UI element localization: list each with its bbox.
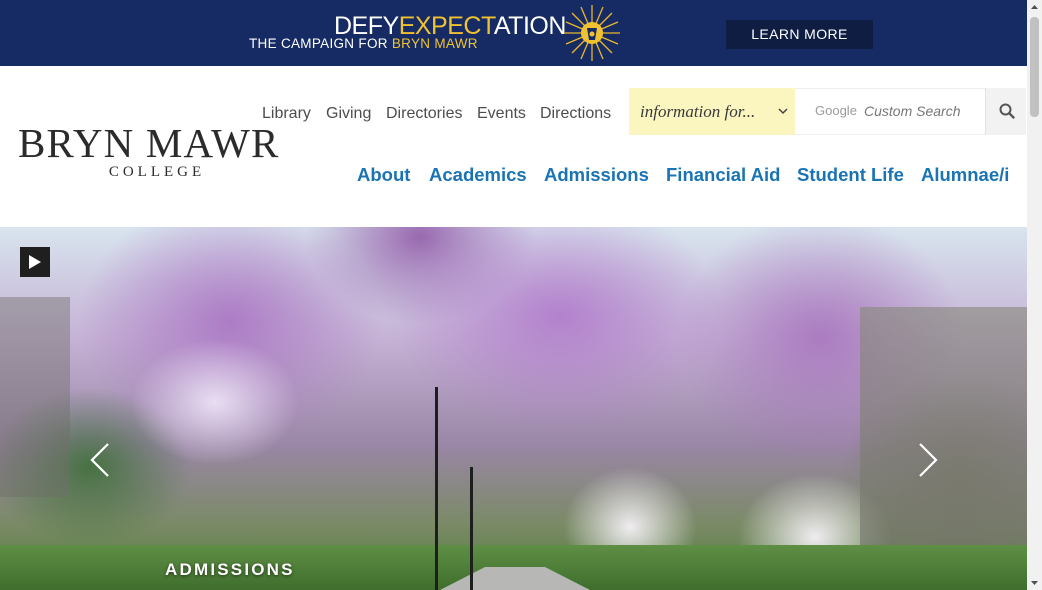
nav-financial-aid[interactable]: Financial Aid: [666, 163, 780, 187]
campaign-subtitle-prefix: THE CAMPAIGN FOR: [249, 36, 392, 51]
page-scrollbar[interactable]: [1027, 0, 1042, 590]
utility-link-events[interactable]: Events: [477, 104, 526, 124]
scroll-thumb[interactable]: [1030, 17, 1039, 117]
information-for-label: information for...: [640, 102, 756, 121]
hero-lamppost: [435, 387, 438, 590]
nav-academics[interactable]: Academics: [429, 163, 527, 187]
learn-more-button[interactable]: LEARN MORE: [726, 20, 873, 49]
chevron-left-icon[interactable]: [88, 442, 112, 478]
utility-link-library[interactable]: Library: [262, 104, 311, 124]
information-for-dropdown[interactable]: information for...: [629, 88, 795, 135]
campaign-title-ation: ATION: [493, 12, 567, 40]
logo-name: BRYN MAWR: [18, 120, 280, 166]
google-logo: Google: [815, 103, 857, 118]
search-input[interactable]: Google Custom Search: [795, 88, 985, 135]
search-icon: [999, 103, 1015, 119]
play-button[interactable]: [20, 247, 50, 277]
nav-alumnae[interactable]: Alumnae/i: [921, 163, 1009, 187]
campaign-banner: DEFYEXPECTATION THE CAMPAIGN FOR BRYN MA…: [0, 0, 1027, 66]
hero-lamppost: [470, 467, 473, 590]
lantern-burst-icon: [564, 5, 620, 61]
nav-student-life[interactable]: Student Life: [797, 163, 904, 187]
play-icon: [29, 255, 41, 269]
campaign-subtitle: THE CAMPAIGN FOR BRYN MAWR: [249, 36, 478, 52]
chevron-down-icon: [778, 108, 788, 115]
scroll-down-icon[interactable]: [1027, 575, 1042, 590]
search-placeholder: Custom Search: [864, 103, 961, 119]
nav-about[interactable]: About: [357, 163, 410, 187]
scroll-up-icon[interactable]: [1027, 0, 1042, 15]
hero-building-left: [0, 297, 70, 497]
search-button[interactable]: [985, 88, 1026, 135]
site-header: BRYN MAWR COLLEGE Library Giving Directo…: [0, 66, 1027, 227]
hero-slide-label[interactable]: ADMISSIONS: [165, 560, 295, 580]
hero-slideshow: ADMISSIONS: [0, 227, 1027, 590]
utility-link-giving[interactable]: Giving: [326, 104, 371, 124]
utility-link-directories[interactable]: Directories: [386, 104, 462, 124]
utility-link-directions[interactable]: Directions: [540, 104, 611, 124]
college-logo[interactable]: BRYN MAWR COLLEGE: [18, 122, 298, 182]
campaign-wordmark[interactable]: DEFYEXPECTATION THE CAMPAIGN FOR BRYN MA…: [249, 12, 566, 56]
chevron-right-icon[interactable]: [916, 442, 940, 478]
campaign-subtitle-name: BRYN MAWR: [391, 36, 478, 51]
logo-subtitle: COLLEGE: [108, 164, 206, 180]
nav-admissions[interactable]: Admissions: [544, 163, 649, 187]
